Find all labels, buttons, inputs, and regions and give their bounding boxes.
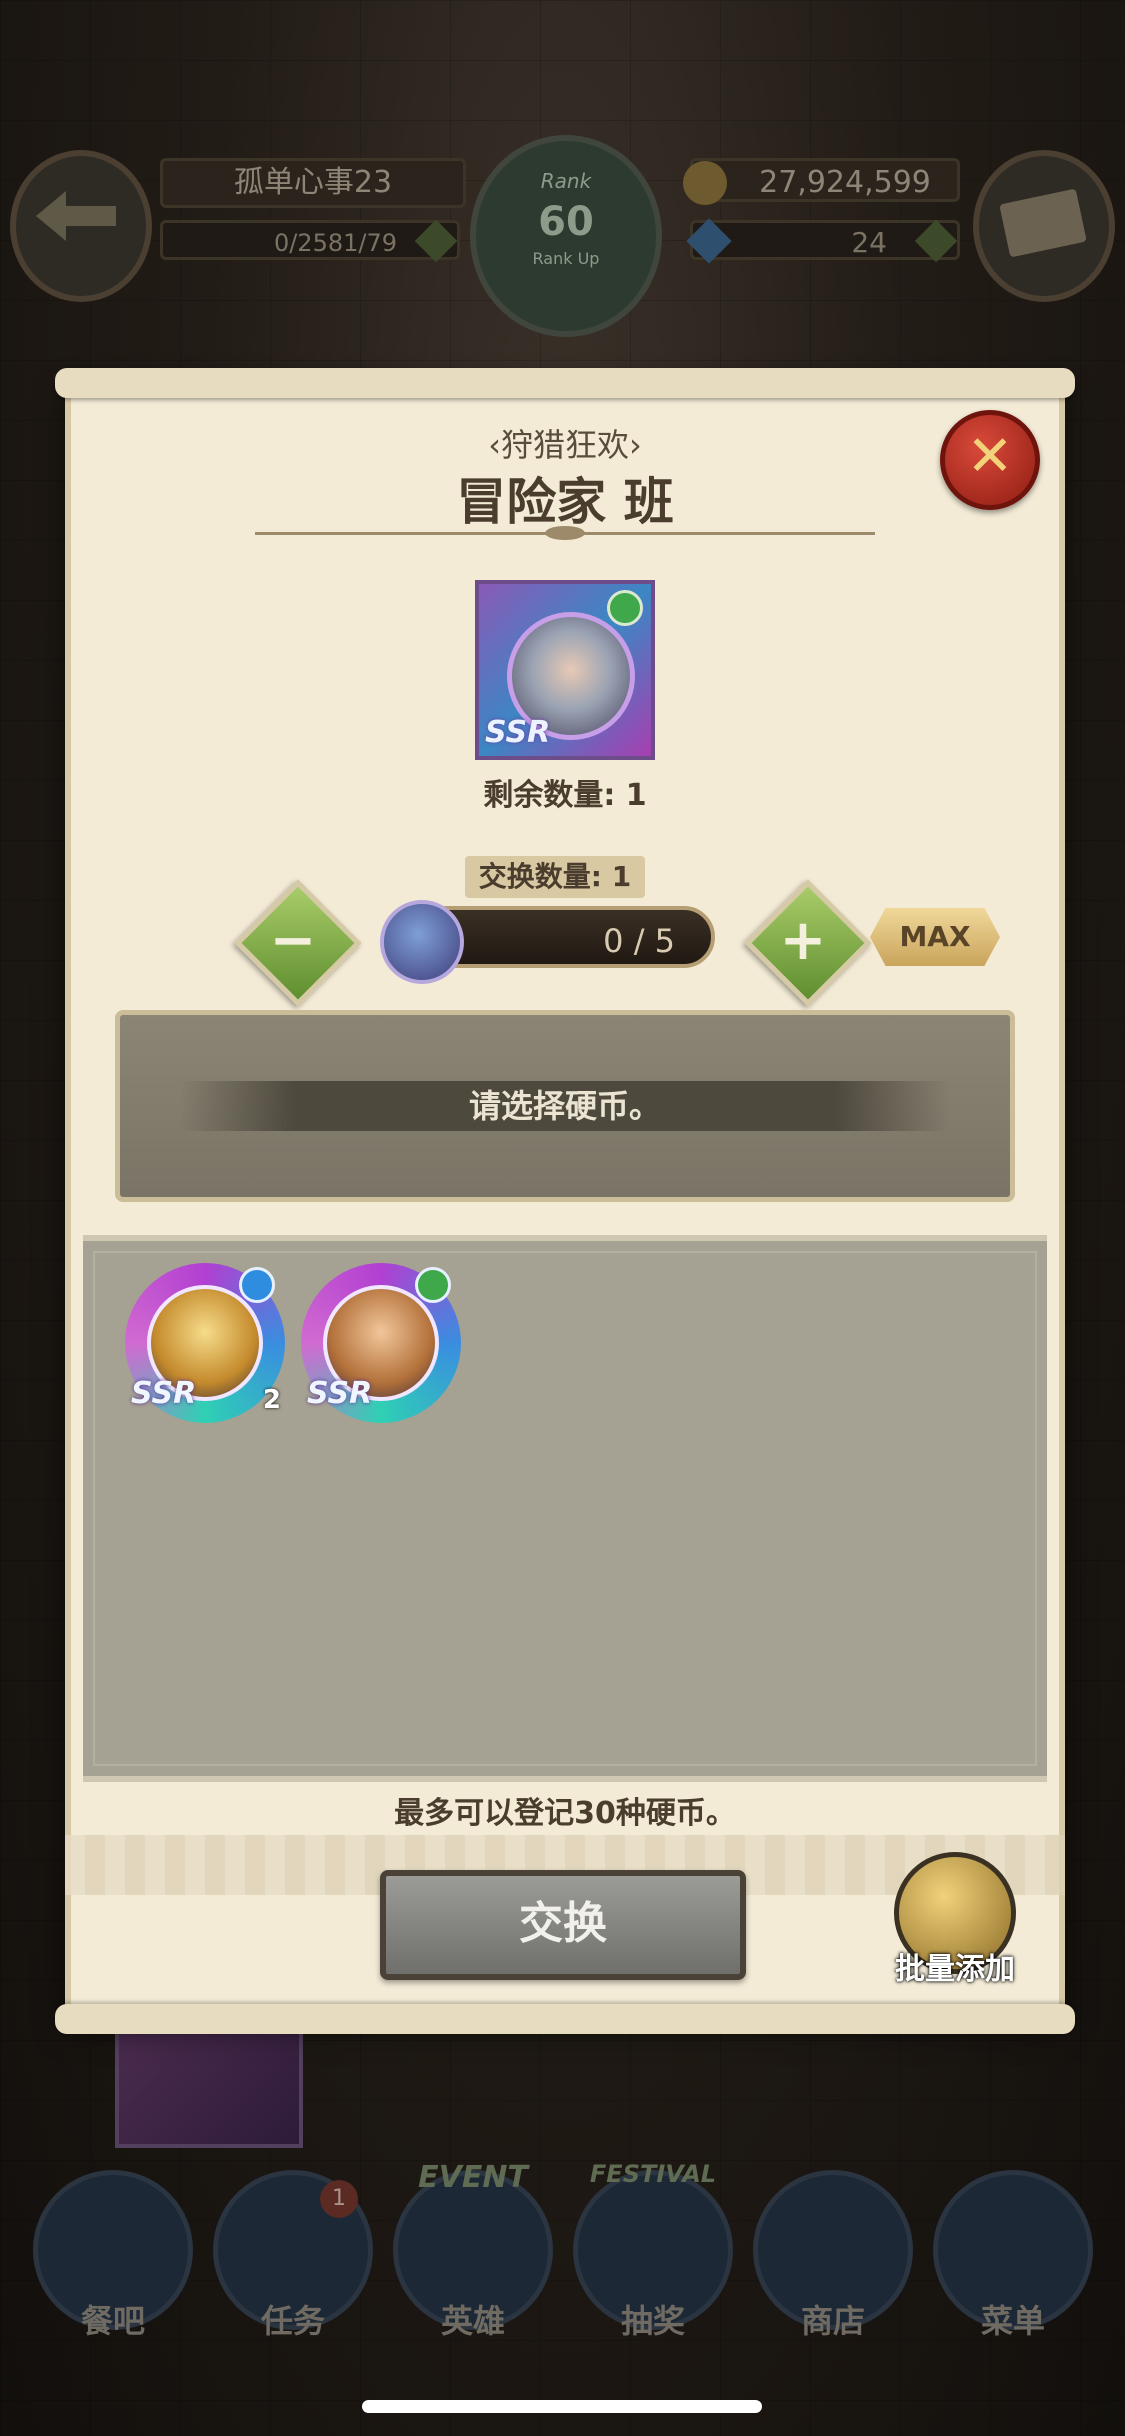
home-indicator[interactable] (362, 2400, 762, 2413)
gold-value: 27,924,599 (759, 165, 931, 200)
rank-label: Rank (540, 169, 592, 193)
close-button[interactable]: ✕ (940, 410, 1040, 510)
gold-display: 27,924,599 (683, 158, 960, 205)
main-coin-card[interactable]: SSR (475, 580, 655, 760)
bulk-add-label: 批量添加 (895, 1952, 1015, 1987)
top-hud: 孤单心事23 0/2581/79 Rank 60 Rank Up 27,924,… (0, 135, 1125, 350)
event-ribbon: EVENT (418, 2160, 528, 2195)
exchange-modal: ✕ ‹狩猎狂欢› 冒险家 班 SSR 剩余数量: 1 交换数量: 1 − 0 /… (55, 368, 1075, 2034)
attribute-icon (415, 1267, 451, 1303)
nav-label: 英雄 (440, 2302, 505, 2340)
back-arrow-icon (36, 191, 116, 241)
title-divider (255, 526, 875, 540)
plus-icon: + (779, 908, 827, 973)
coin-icon (380, 900, 464, 984)
plus-icon[interactable] (414, 219, 458, 263)
nav-label: 餐吧 (80, 2302, 145, 2340)
limit-note: 最多可以登记30种硬币。 (394, 1796, 736, 1831)
gold-coin-icon (683, 161, 727, 205)
coin-item[interactable]: SSR 2 (125, 1263, 285, 1423)
attribute-icon (607, 590, 643, 626)
nav-tavern[interactable]: 餐吧 (28, 2160, 198, 2360)
progress-value: 0 / 5 (603, 922, 675, 960)
gem-value: 24 (851, 226, 887, 259)
nav-draw[interactable]: FESTIVAL 抽奖 (568, 2160, 738, 2360)
mail-button[interactable] (973, 150, 1115, 302)
plus-icon[interactable] (914, 219, 958, 263)
minus-icon: − (269, 908, 317, 973)
coin-item[interactable]: SSR (301, 1263, 461, 1423)
mail-icon (999, 188, 1087, 258)
selection-panel: 请选择硬币。 (115, 1010, 1015, 1202)
exchange-button[interactable]: 交换 (380, 1870, 746, 1980)
nav-quest[interactable]: 1 任务 (208, 2160, 378, 2360)
max-button[interactable]: MAX (870, 908, 1000, 966)
rarity-label: SSR (131, 1376, 197, 1411)
notification-badge: 1 (320, 2180, 358, 2218)
modal-title: 冒险家 班 (456, 473, 674, 531)
rank-value: 60 (538, 199, 594, 245)
exp-value: 0/2581/79 (273, 229, 397, 257)
festival-ribbon: FESTIVAL (589, 2160, 717, 2188)
nav-label: 菜单 (980, 2302, 1045, 2340)
gem-display: 24 (686, 218, 960, 264)
rank-sub: Rank Up (532, 249, 600, 268)
close-icon: ✕ (966, 424, 1014, 489)
event-subtitle: ‹狩猎狂欢› (488, 426, 642, 464)
bulk-add-button[interactable]: 批量添加 (855, 1852, 1055, 1992)
attribute-icon (239, 1267, 275, 1303)
player-name: 孤单心事23 (160, 158, 466, 208)
rarity-label: SSR (307, 1376, 373, 1411)
remaining-count: 剩余数量: 1 (483, 778, 647, 813)
background-coin-card (115, 2030, 303, 2148)
bottom-nav: 餐吧 1 任务 EVENT 英雄 FESTIVAL 抽奖 商店 菜单 (0, 2160, 1125, 2360)
nav-label: 任务 (260, 2302, 325, 2340)
nav-shop[interactable]: 商店 (748, 2160, 918, 2360)
nav-label: 商店 (800, 2302, 865, 2340)
nav-menu[interactable]: 菜单 (928, 2160, 1098, 2360)
exp-bar: 0/2581/79 (160, 219, 460, 263)
rank-badge[interactable]: Rank 60 Rank Up (470, 135, 662, 337)
exchange-quantity-label: 交换数量: 1 (465, 856, 645, 898)
nav-label: 抽奖 (620, 2302, 685, 2340)
coin-count: 2 (262, 1385, 281, 1415)
nav-heroes[interactable]: EVENT 英雄 (388, 2160, 558, 2360)
gem-icon (686, 218, 732, 264)
rarity-label: SSR (485, 715, 551, 750)
back-button[interactable] (10, 150, 152, 302)
select-prompt: 请选择硬币。 (180, 1081, 950, 1131)
coin-inventory: SSR 2 SSR (83, 1235, 1047, 1782)
